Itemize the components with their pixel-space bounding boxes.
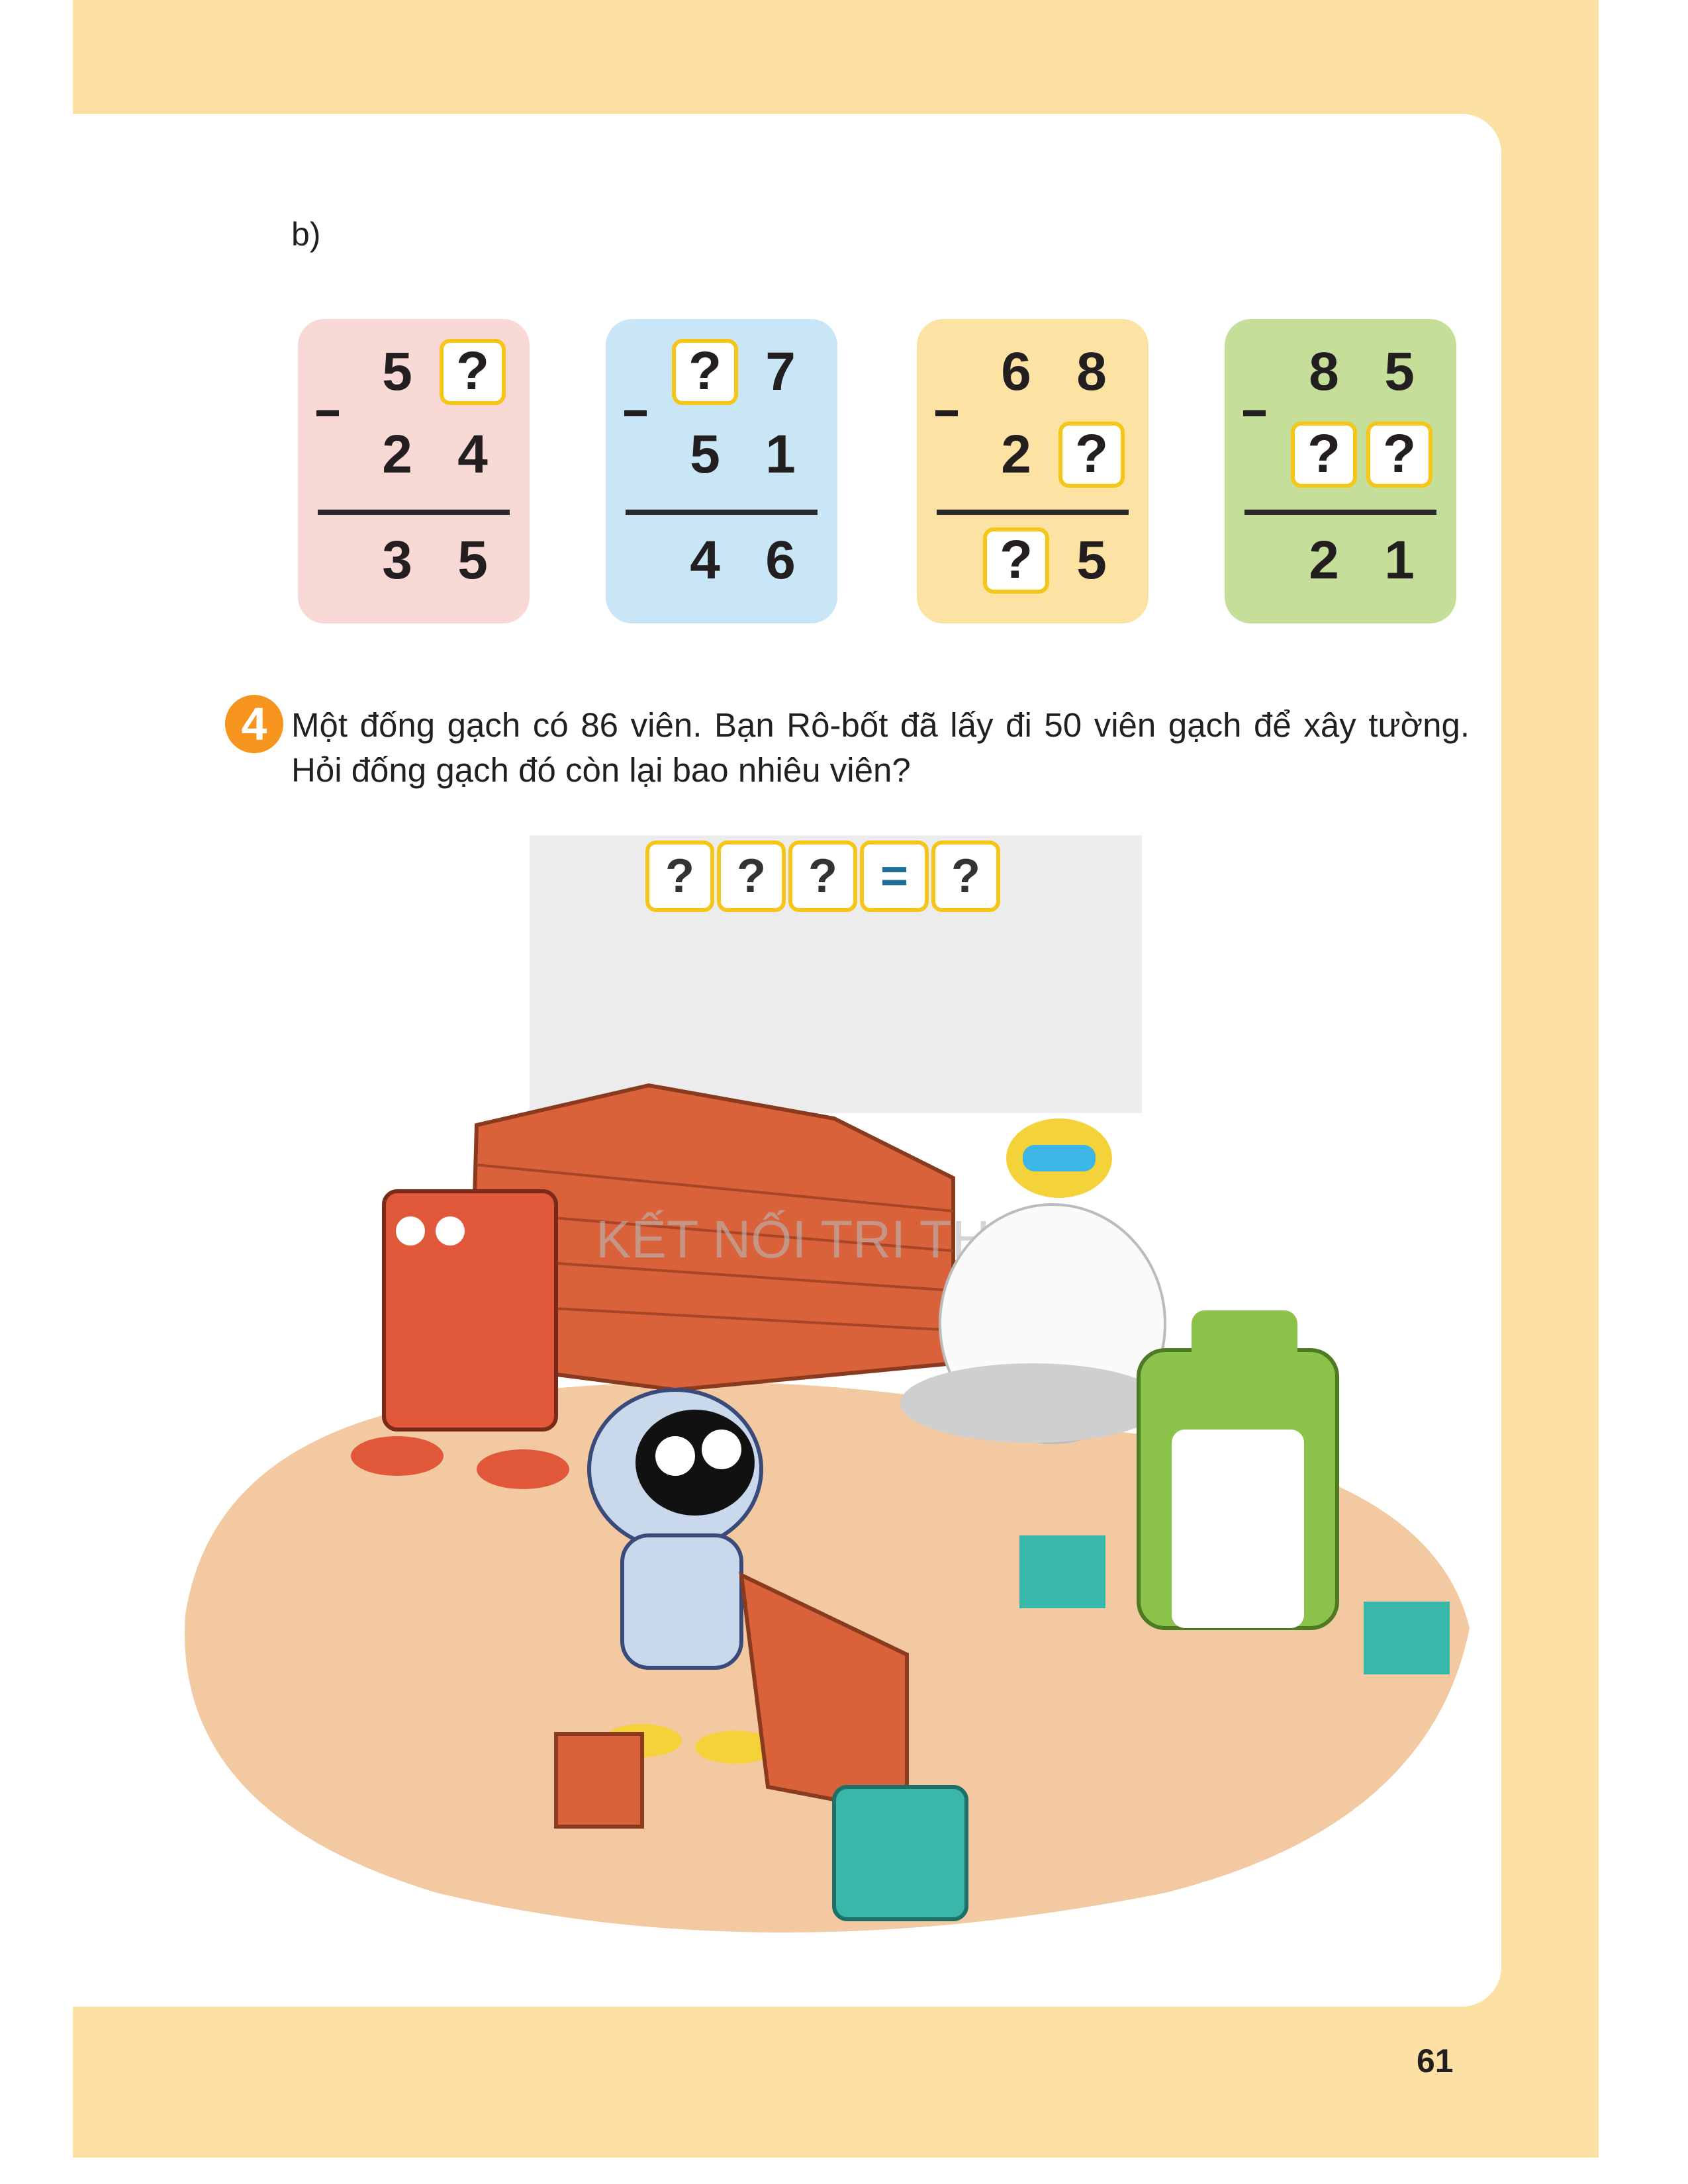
answer-box[interactable]: ? — [440, 339, 506, 405]
equation-box[interactable]: ? — [717, 841, 786, 912]
exercise-text: Một đống gạch có 86 viên. Bạn Rô-bốt đã … — [291, 706, 1470, 789]
minus-sign — [935, 410, 958, 416]
subtraction-card: 6 8 2?? 5 — [917, 319, 1149, 623]
result-row: 35 — [364, 527, 510, 594]
digit: 2 — [1001, 424, 1031, 484]
subtraction-card: 5? 2 4 3 5 — [298, 319, 530, 623]
digit: 5 — [1384, 341, 1415, 402]
digit: 8 — [1309, 341, 1339, 402]
result-row: 46 — [672, 527, 818, 594]
subtraction-card: 8 5?? 2 1 — [1225, 319, 1456, 623]
equation-box[interactable]: ? — [645, 841, 714, 912]
minus-sign — [316, 410, 339, 416]
digit: 5 — [457, 530, 488, 590]
digit: 5 — [382, 341, 412, 402]
digit: 5 — [690, 424, 720, 484]
answer-box[interactable]: ? — [983, 527, 1049, 594]
digit: 2 — [1309, 530, 1339, 590]
digit: 4 — [690, 530, 720, 590]
digit: 8 — [1076, 341, 1107, 402]
result-line — [626, 510, 818, 515]
digit: 6 — [765, 530, 796, 590]
digit: 3 — [382, 530, 412, 590]
answer-box[interactable]: ? — [1291, 422, 1357, 488]
bottom-row: 2? — [983, 422, 1129, 488]
digit: 1 — [765, 424, 796, 484]
page-number: 61 — [1417, 2042, 1454, 2079]
result-line — [1244, 510, 1436, 515]
bottom-row: 51 — [672, 422, 818, 488]
bottom-row: ?? — [1291, 422, 1436, 488]
bottom-row: 24 — [364, 422, 510, 488]
minus-sign — [1243, 410, 1266, 416]
equation-box[interactable]: ? — [788, 841, 857, 912]
result-row: ? 5 — [983, 527, 1129, 594]
part-label: b) — [291, 216, 321, 253]
digit: 4 — [457, 424, 488, 484]
top-row: 85 — [1291, 339, 1436, 405]
answer-box[interactable]: ? — [1366, 422, 1432, 488]
digit: 5 — [1076, 530, 1107, 590]
digit: 1 — [1384, 530, 1415, 590]
exercise-number-badge: 4 — [225, 695, 283, 753]
answer-box[interactable]: ? — [1058, 422, 1125, 488]
bucket — [832, 1785, 968, 1921]
robots-building-illustration: KẾT NỐI TRI THỨC — [185, 1083, 1470, 1933]
equation-box[interactable]: ? — [931, 841, 1000, 912]
minus-sign — [624, 410, 647, 416]
loose-bricks — [554, 1732, 644, 1829]
equals-sign: = — [860, 841, 929, 912]
answer-box[interactable]: ? — [672, 339, 738, 405]
digit: 7 — [765, 341, 796, 402]
top-row: 68 — [983, 339, 1129, 405]
result-line — [937, 510, 1129, 515]
result-line — [318, 510, 510, 515]
result-row: 21 — [1291, 527, 1436, 594]
equation-boxes: ? ? ? = ? — [645, 841, 1000, 912]
top-row: ? 7 — [672, 339, 818, 405]
top-row: 5? — [364, 339, 510, 405]
digit: 2 — [382, 424, 412, 484]
digit: 6 — [1001, 341, 1031, 402]
subtraction-card: ? 7 5 1 4 6 — [606, 319, 837, 623]
